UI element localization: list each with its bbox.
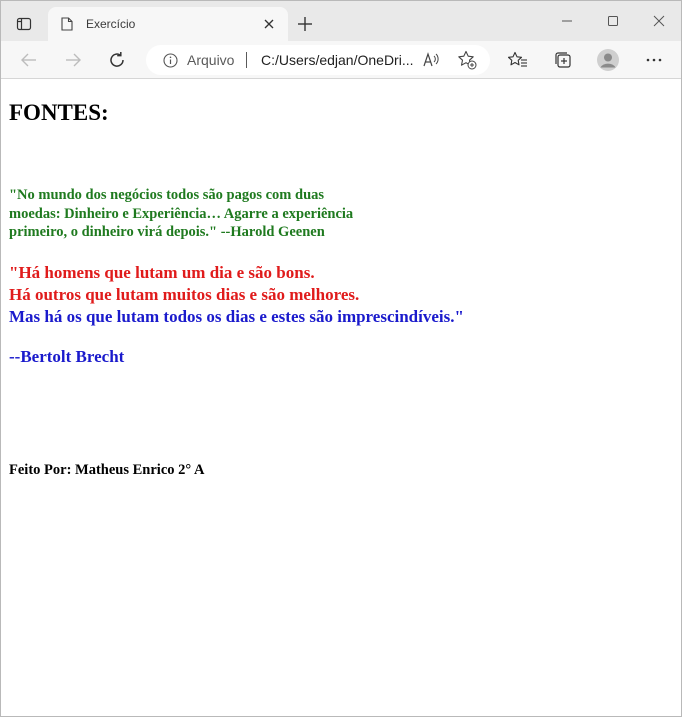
favorites-icon xyxy=(508,51,527,67)
favorites-button[interactable] xyxy=(504,46,532,74)
quote2-line-red: Há outros que lutam muitos dias e são me… xyxy=(9,285,360,304)
close-window-button[interactable] xyxy=(644,9,674,33)
quote2-line-blue: Mas há os que lutam todos os dias e este… xyxy=(9,307,464,326)
address-bar[interactable]: Arquivo C:/Users/edjan/OneDri... xyxy=(146,45,490,75)
plus-icon xyxy=(298,17,312,31)
close-icon xyxy=(653,15,665,27)
origin-label: Arquivo xyxy=(187,52,235,68)
back-button[interactable] xyxy=(15,46,43,74)
star-plus-icon xyxy=(458,50,477,70)
page-content: FONTES: "No mundo dos negócios todos são… xyxy=(1,80,681,716)
tab-actions-button[interactable] xyxy=(9,10,39,38)
file-icon xyxy=(61,17,73,31)
quote-harold-geenen: "No mundo dos negócios todos são pagos c… xyxy=(9,186,353,242)
tab-close-button[interactable] xyxy=(261,16,277,32)
credits-text: Feito Por: Matheus Enrico 2° A xyxy=(9,462,205,478)
close-icon xyxy=(264,19,274,29)
browser-window: Exercício Arquivo C:/Users/edjan/OneDri.… xyxy=(0,0,682,717)
tab-exercicio[interactable]: Exercício xyxy=(48,7,288,41)
avatar-icon xyxy=(597,49,619,71)
quote-bertolt-brecht: "Há homens que lutam um dia e são bons. … xyxy=(9,262,464,328)
refresh-button[interactable] xyxy=(103,46,131,74)
read-aloud-button[interactable] xyxy=(422,51,440,69)
quote-author: --Bertolt Brecht xyxy=(9,347,125,366)
arrow-left-icon xyxy=(21,53,36,67)
arrow-right-icon xyxy=(66,53,81,67)
maximize-icon xyxy=(608,16,618,26)
minimize-icon xyxy=(562,20,572,22)
refresh-icon xyxy=(110,52,124,67)
quote1-line: "No mundo dos negócios todos são pagos c… xyxy=(9,187,325,203)
minimize-button[interactable] xyxy=(552,9,582,33)
url-text[interactable]: C:/Users/edjan/OneDri... xyxy=(261,52,414,68)
page-heading: FONTES: xyxy=(9,100,109,125)
collections-button[interactable] xyxy=(549,46,577,74)
maximize-button[interactable] xyxy=(598,9,628,33)
navigation-toolbar: Arquivo C:/Users/edjan/OneDri... xyxy=(1,41,681,79)
tab-actions-icon xyxy=(16,17,32,31)
profile-button[interactable] xyxy=(594,46,622,74)
add-favorite-button[interactable] xyxy=(457,50,477,70)
new-tab-button[interactable] xyxy=(294,13,316,35)
info-icon[interactable] xyxy=(163,53,178,68)
more-button[interactable] xyxy=(640,46,668,74)
address-divider xyxy=(246,52,247,68)
tab-title: Exercício xyxy=(86,17,136,31)
collections-icon xyxy=(555,52,571,68)
quote1-line: moedas: Dinheiro e Experiência… Agarre a… xyxy=(9,205,354,222)
read-aloud-icon xyxy=(423,52,439,67)
quote2-line-red: "Há homens que lutam um dia e são bons. xyxy=(9,263,315,282)
tab-strip: Exercício xyxy=(1,1,681,41)
quote1-line: primeiro, o dinheiro virá depois." --Har… xyxy=(9,224,325,240)
more-icon xyxy=(646,58,662,62)
forward-button[interactable] xyxy=(59,46,87,74)
